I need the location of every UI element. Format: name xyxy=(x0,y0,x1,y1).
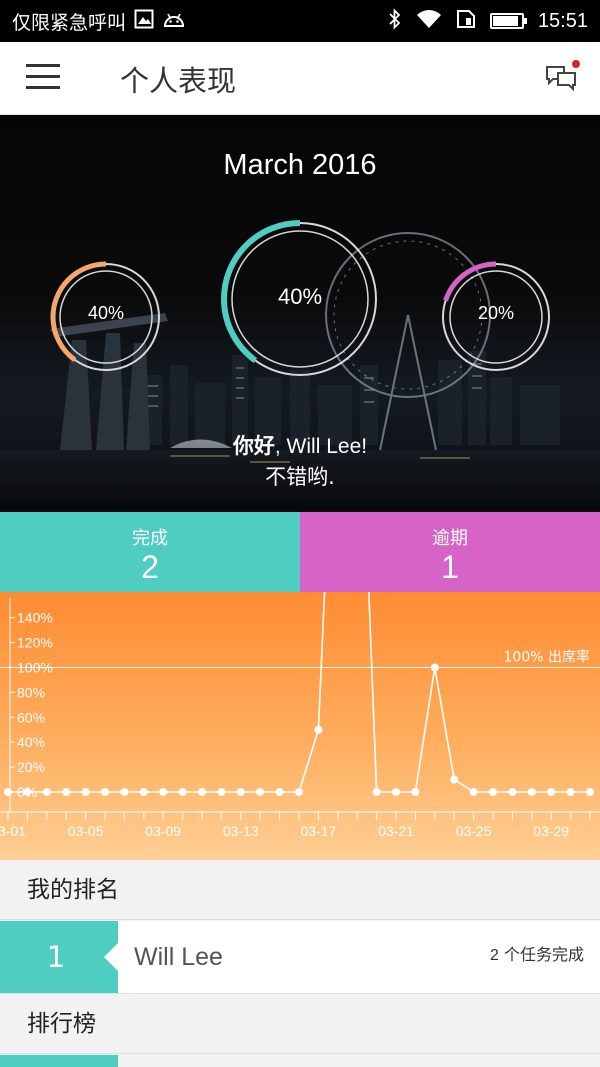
android-icon xyxy=(162,10,186,33)
x-tick-label: 03-13 xyxy=(223,823,259,839)
data-point xyxy=(275,788,284,796)
data-point xyxy=(295,788,303,796)
data-point xyxy=(411,788,420,796)
data-point xyxy=(469,788,478,796)
ring-value-right: 20% xyxy=(477,303,515,323)
attendance-line-chart: 0%20%40%60%80%100%120%140%100% 出席率03-010… xyxy=(0,592,600,839)
status-bar: 仅限紧急呼叫 15:51 xyxy=(0,0,600,42)
ring-chart-left[interactable]: 40% xyxy=(50,261,162,373)
month-title: March 2016 xyxy=(223,149,377,181)
rank-tasks-label: 个任务完成 xyxy=(498,945,584,964)
data-point xyxy=(139,788,148,796)
greeting-praise-period: . xyxy=(328,465,335,489)
data-point xyxy=(81,788,90,796)
clock: 15:51 xyxy=(537,9,588,32)
x-tick-label: 03-05 xyxy=(68,823,104,839)
y-tick-label: 60% xyxy=(17,709,45,725)
series-line xyxy=(8,592,590,793)
performance-hero: March 2016 40% 40% 20% 你好, Will Lee! 不错哟… xyxy=(0,115,600,512)
completed-tasks-tile[interactable]: 完成 2 xyxy=(0,512,300,592)
notification-dot xyxy=(572,60,580,68)
completed-label: 完成 xyxy=(132,528,168,549)
data-point xyxy=(430,663,439,672)
ring-value-left: 40% xyxy=(87,303,125,323)
data-point xyxy=(566,788,575,796)
data-point xyxy=(42,788,51,796)
data-point xyxy=(527,788,536,796)
greeting-name: , Will Lee! xyxy=(274,435,368,458)
greeting-hi: 你好 xyxy=(232,434,275,458)
x-tick-label: 03-01 xyxy=(0,823,26,839)
data-point xyxy=(489,788,497,796)
data-point xyxy=(314,725,323,734)
page-title: 个人表现 xyxy=(120,64,237,98)
data-point xyxy=(178,788,187,796)
data-point xyxy=(236,788,245,796)
bluetooth-icon xyxy=(388,7,402,35)
overdue-tasks-tile[interactable]: 逾期 1 xyxy=(300,512,600,592)
data-point xyxy=(101,788,109,796)
my-rank-row[interactable]: 1 Will Lee 2 个任务完成 xyxy=(0,921,600,994)
completed-count: 2 xyxy=(141,549,159,585)
task-stats: 完成 2 逾期 1 xyxy=(0,512,600,592)
ring-chart-center[interactable]: 40% xyxy=(221,220,379,378)
rank-tasks-completed: 2 个任务完成 xyxy=(490,921,584,990)
y-tick-label: 40% xyxy=(17,734,45,750)
sim-icon xyxy=(456,9,476,34)
data-point xyxy=(217,788,226,796)
x-tick-label: 03-09 xyxy=(145,823,181,839)
x-tick-label: 03-21 xyxy=(378,823,414,839)
my-rank-header: 我的排名 xyxy=(0,860,600,920)
overdue-count: 1 xyxy=(441,549,459,585)
x-tick-label: 03-29 xyxy=(533,823,569,839)
rank-badge-notch xyxy=(104,943,118,971)
data-point xyxy=(23,788,32,796)
y-tick-label: 20% xyxy=(17,759,45,775)
ring-value-center: 40% xyxy=(277,284,323,309)
reference-line-label: 100% 出席率 xyxy=(504,649,590,666)
rank-user-name: Will Lee xyxy=(134,943,223,971)
wifi-icon xyxy=(416,9,442,34)
greeting-praise: 不错哟 xyxy=(265,465,329,489)
messages-icon[interactable] xyxy=(544,60,580,96)
data-point xyxy=(372,788,381,796)
data-point xyxy=(62,788,71,796)
y-tick-label: 140% xyxy=(17,610,53,626)
y-tick-label: 120% xyxy=(17,635,53,651)
x-tick-label: 03-25 xyxy=(456,823,492,839)
menu-icon[interactable] xyxy=(26,64,60,90)
image-icon xyxy=(134,9,154,34)
data-point xyxy=(198,788,206,796)
data-point xyxy=(159,788,168,796)
data-point xyxy=(120,788,129,796)
ring-chart-right[interactable]: 20% xyxy=(440,261,552,373)
data-point xyxy=(508,788,517,796)
data-point xyxy=(4,788,12,796)
rank-number: 1 xyxy=(0,921,118,993)
data-point xyxy=(450,775,459,784)
data-point xyxy=(586,788,594,796)
attendance-chart[interactable]: 0%20%40%60%80%100%120%140%100% 出席率03-010… xyxy=(0,592,600,860)
leaderboard-header: 排行榜 xyxy=(0,994,600,1054)
rank-tasks-count: 2 xyxy=(490,947,499,964)
x-tick-label: 03-17 xyxy=(300,823,336,839)
data-point xyxy=(392,788,400,796)
y-tick-label: 80% xyxy=(17,684,45,700)
greeting: 你好, Will Lee! 不错哟. xyxy=(0,431,600,493)
app-bar: 个人表现 xyxy=(0,42,600,115)
leaderboard-first-row[interactable] xyxy=(0,1055,118,1067)
battery-icon xyxy=(489,13,527,29)
data-point xyxy=(256,788,265,796)
emergency-only-text: 仅限紧急呼叫 xyxy=(12,11,127,34)
overdue-label: 逾期 xyxy=(432,528,468,549)
data-point xyxy=(547,788,556,796)
